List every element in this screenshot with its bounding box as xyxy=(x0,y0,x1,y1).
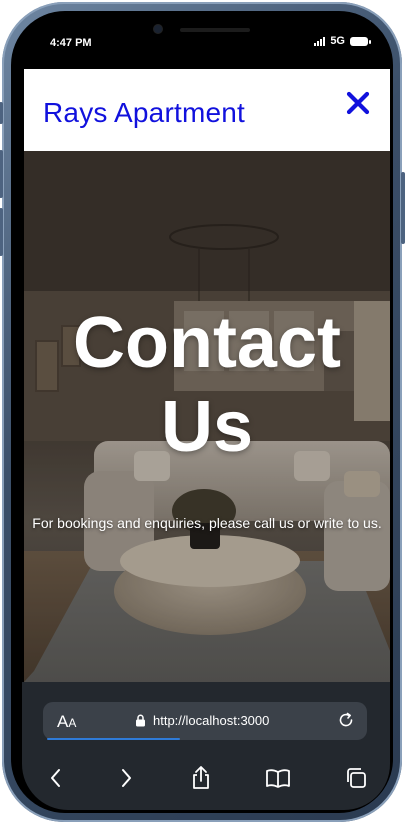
forward-button[interactable] xyxy=(112,764,140,792)
battery-icon xyxy=(350,36,371,46)
silent-switch xyxy=(0,102,3,124)
url-text: http://localhost:3000 xyxy=(153,713,270,728)
browser-chrome: AA http://localhost:3000 xyxy=(22,682,390,810)
hero-section: Contact Us For bookings and enquiries, p… xyxy=(24,151,390,682)
reload-icon[interactable] xyxy=(337,711,355,729)
share-button[interactable] xyxy=(187,764,215,792)
earpiece-speaker xyxy=(180,28,250,32)
screen: 4:47 PM 5G Rays Apartment Contact Us For… xyxy=(22,20,390,810)
page-subtitle: For bookings and enquiries, please call … xyxy=(32,515,382,531)
address-bar[interactable]: AA http://localhost:3000 xyxy=(43,702,367,740)
bookmarks-button[interactable] xyxy=(264,764,292,792)
volume-down-button xyxy=(0,208,3,256)
close-menu-button[interactable] xyxy=(346,91,370,115)
share-icon xyxy=(193,766,209,789)
page-load-progress xyxy=(47,738,363,740)
close-icon xyxy=(346,91,370,115)
volume-up-button xyxy=(0,150,3,198)
text-size-label-small: A xyxy=(68,716,77,730)
network-label: 5G xyxy=(330,35,345,47)
text-size-button[interactable]: AA xyxy=(57,712,76,732)
brand-logo-text[interactable]: Rays Apartment xyxy=(43,97,245,129)
bookmarks-icon xyxy=(266,769,290,788)
page-title: Contact Us xyxy=(73,303,341,467)
back-icon xyxy=(51,769,60,787)
phone-frame: 4:47 PM 5G Rays Apartment Contact Us For… xyxy=(0,2,405,822)
forward-icon xyxy=(122,769,131,787)
status-indicators: 5G xyxy=(314,35,371,47)
tabs-icon xyxy=(347,768,366,788)
signal-icon xyxy=(314,36,326,46)
text-size-label-large: A xyxy=(57,712,69,731)
browser-toolbar xyxy=(22,760,390,796)
back-button[interactable] xyxy=(42,764,70,792)
front-camera xyxy=(154,25,162,33)
status-time: 4:47 PM xyxy=(50,37,92,49)
status-bar: 4:47 PM 5G xyxy=(22,20,390,68)
site-header: Rays Apartment xyxy=(24,69,390,151)
power-button xyxy=(401,172,405,244)
page-load-progress-fill xyxy=(47,738,180,740)
tabs-button[interactable] xyxy=(342,764,370,792)
lock-icon xyxy=(136,714,145,727)
